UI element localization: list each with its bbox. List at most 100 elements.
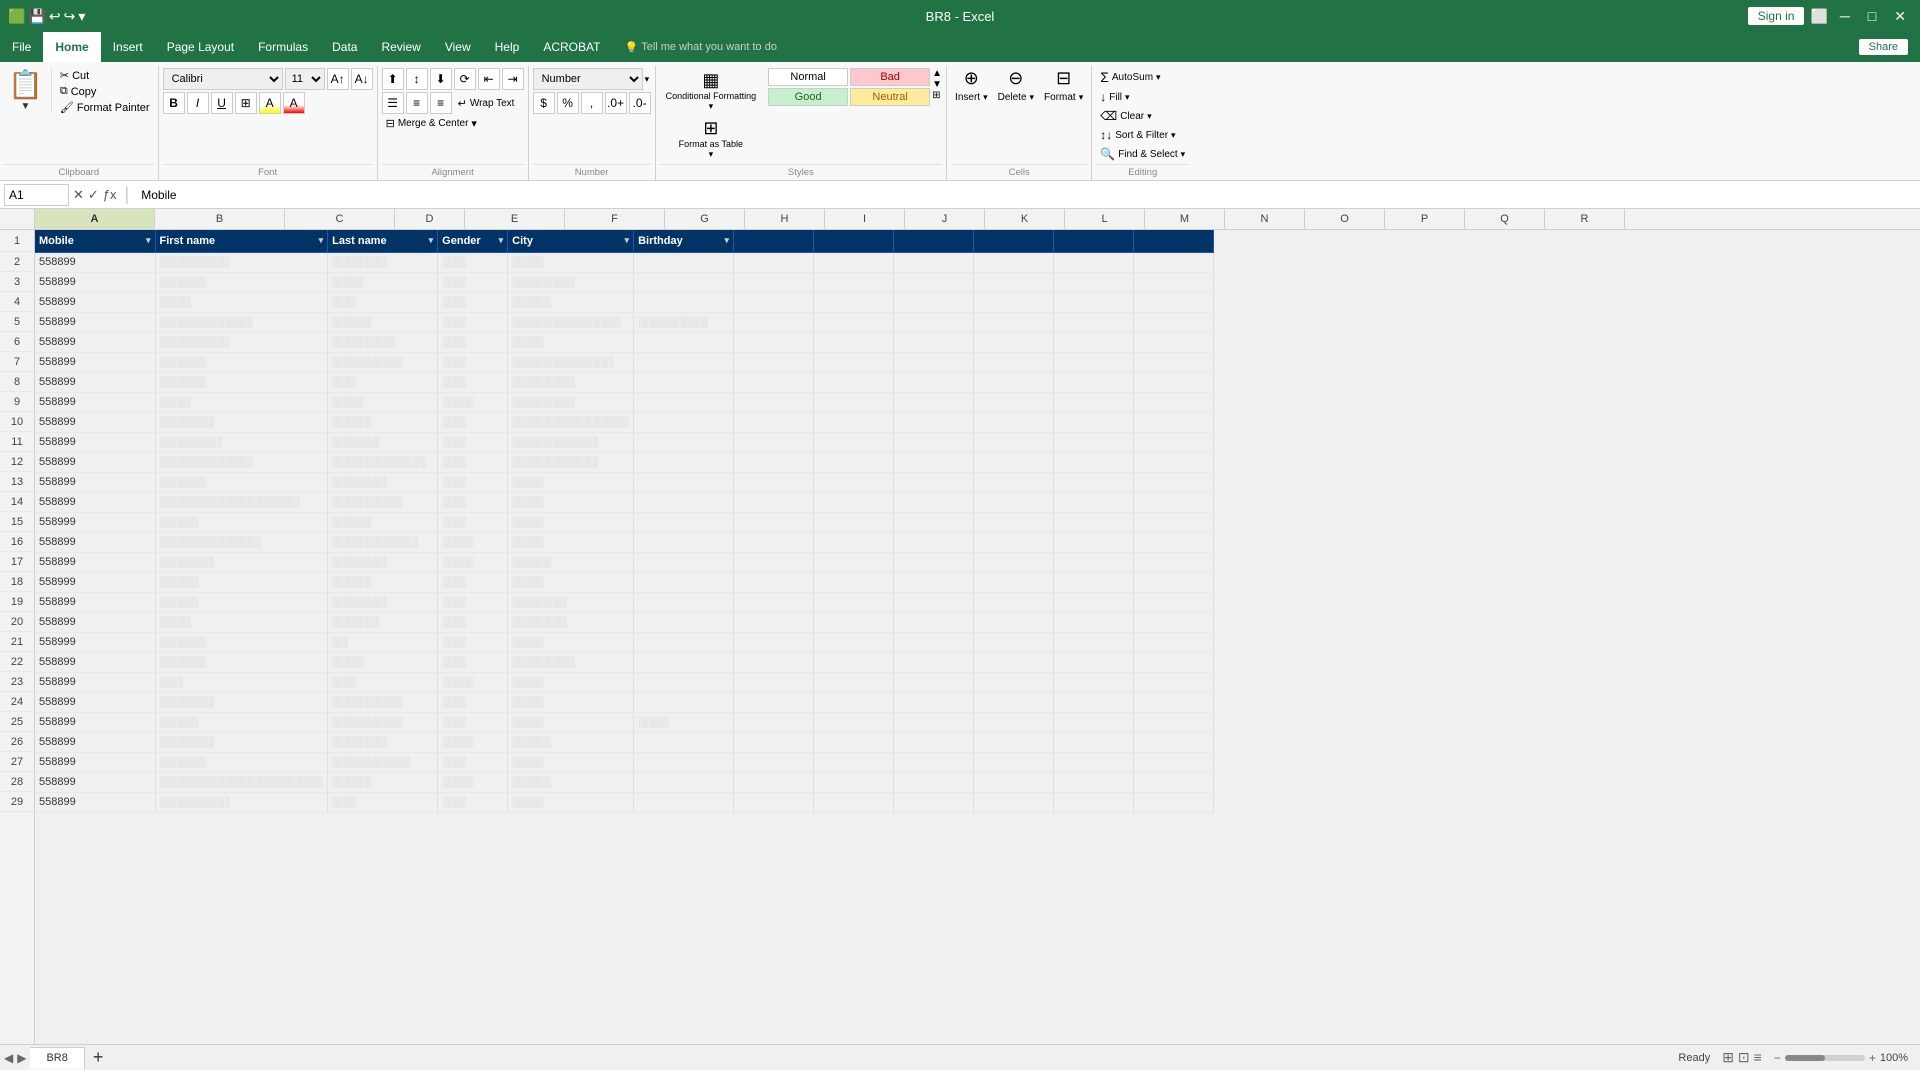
row-num-17[interactable]: 17 bbox=[0, 552, 34, 572]
row-num-27[interactable]: 27 bbox=[0, 752, 34, 772]
conditional-formatting-button[interactable]: ▦ Conditional Formatting ▾ bbox=[660, 68, 763, 114]
styles-scroll-up-icon[interactable]: ▲ bbox=[932, 68, 942, 79]
row-num-9[interactable]: 9 bbox=[0, 392, 34, 412]
cut-button[interactable]: ✂ Cut bbox=[56, 68, 154, 83]
sign-in-button[interactable]: Sign in bbox=[1748, 7, 1805, 25]
row-num-21[interactable]: 21 bbox=[0, 632, 34, 652]
neutral-style[interactable]: Neutral bbox=[850, 88, 930, 106]
insert-button[interactable]: Insert ▾ bbox=[951, 91, 992, 104]
align-bottom-button[interactable]: ⬇ bbox=[430, 68, 452, 90]
filter-dropdown-mobile[interactable]: ▾ bbox=[146, 235, 151, 246]
format-painter-button[interactable]: 🖌 Format Painter bbox=[56, 100, 154, 115]
row-num-11[interactable]: 11 bbox=[0, 432, 34, 452]
header-cell-city[interactable]: City ▾ bbox=[508, 230, 634, 252]
header-cell-g[interactable] bbox=[734, 230, 814, 252]
autosum-button[interactable]: Σ AutoSum ▾ bbox=[1096, 68, 1189, 86]
insert-dropdown-icon[interactable]: ▾ bbox=[983, 92, 988, 103]
formula-cancel-icon[interactable]: ✕ bbox=[73, 187, 84, 203]
col-header-R[interactable]: R bbox=[1545, 209, 1625, 229]
fill-button[interactable]: ↓ Fill ▾ bbox=[1096, 89, 1189, 105]
row-num-26[interactable]: 26 bbox=[0, 732, 34, 752]
copy-button[interactable]: ⧉ Copy bbox=[56, 84, 154, 99]
col-header-H[interactable]: H bbox=[745, 209, 825, 229]
minimize-button[interactable]: ─ bbox=[1834, 8, 1856, 24]
row-num-5[interactable]: 5 bbox=[0, 312, 34, 332]
col-header-M[interactable]: M bbox=[1145, 209, 1225, 229]
header-cell-birthday[interactable]: Birthday ▾ bbox=[634, 230, 734, 252]
scroll-sheets-left-icon[interactable]: ◀ bbox=[4, 1051, 13, 1065]
row-num-14[interactable]: 14 bbox=[0, 492, 34, 512]
row-num-19[interactable]: 19 bbox=[0, 592, 34, 612]
styles-scroll[interactable]: ▲ ▼ ⊞ bbox=[932, 68, 942, 101]
header-cell-h[interactable] bbox=[814, 230, 894, 252]
col-header-Q[interactable]: Q bbox=[1465, 209, 1545, 229]
row-num-13[interactable]: 13 bbox=[0, 472, 34, 492]
maximize-button[interactable]: □ bbox=[1862, 8, 1882, 24]
percent-button[interactable]: % bbox=[557, 92, 579, 114]
indent-increase-button[interactable]: ⇥ bbox=[502, 68, 524, 90]
align-left-button[interactable]: ☰ bbox=[382, 92, 404, 114]
tell-me-box[interactable]: 💡 Tell me what you want to do bbox=[612, 32, 789, 62]
row-num-12[interactable]: 12 bbox=[0, 452, 34, 472]
row-num-8[interactable]: 8 bbox=[0, 372, 34, 392]
number-dropdown-icon[interactable]: ▾ bbox=[645, 74, 650, 85]
number-format-select[interactable]: Number bbox=[533, 68, 643, 90]
sheet-tab-br8[interactable]: BR8 bbox=[30, 1047, 84, 1069]
filter-dropdown-lastname[interactable]: ▾ bbox=[429, 235, 434, 246]
menu-acrobat[interactable]: ACROBAT bbox=[531, 32, 612, 62]
row-num-6[interactable]: 6 bbox=[0, 332, 34, 352]
row-num-4[interactable]: 4 bbox=[0, 292, 34, 312]
menu-data[interactable]: Data bbox=[320, 32, 369, 62]
underline-button[interactable]: U bbox=[211, 92, 233, 114]
filter-dropdown-gender[interactable]: ▾ bbox=[499, 235, 504, 246]
header-cell-lastname[interactable]: Last name ▾ bbox=[328, 230, 438, 252]
col-header-E[interactable]: E bbox=[465, 209, 565, 229]
font-size-decrease-button[interactable]: A↓ bbox=[351, 68, 373, 90]
col-header-N[interactable]: N bbox=[1225, 209, 1305, 229]
formula-insert-function-icon[interactable]: ƒx bbox=[103, 187, 117, 203]
header-cell-k[interactable] bbox=[1054, 230, 1134, 252]
zoom-out-icon[interactable]: − bbox=[1774, 1051, 1781, 1065]
col-header-B[interactable]: B bbox=[155, 209, 285, 229]
header-cell-gender[interactable]: Gender ▾ bbox=[438, 230, 508, 252]
indent-decrease-button[interactable]: ⇤ bbox=[478, 68, 500, 90]
menu-insert[interactable]: Insert bbox=[101, 32, 155, 62]
delete-dropdown-icon[interactable]: ▾ bbox=[1030, 92, 1035, 103]
header-cell-mobile[interactable]: Mobile ▾ bbox=[35, 230, 155, 252]
good-style[interactable]: Good bbox=[768, 88, 848, 106]
styles-scroll-down-icon[interactable]: ▼ bbox=[932, 79, 942, 90]
styles-expand-icon[interactable]: ⊞ bbox=[932, 90, 942, 101]
filter-dropdown-city[interactable]: ▾ bbox=[625, 235, 630, 246]
col-header-J[interactable]: J bbox=[905, 209, 985, 229]
clear-button[interactable]: ⌫ Clear ▾ bbox=[1096, 108, 1189, 124]
col-header-F[interactable]: F bbox=[565, 209, 665, 229]
row-num-25[interactable]: 25 bbox=[0, 712, 34, 732]
format-button[interactable]: Format ▾ bbox=[1040, 91, 1087, 104]
autosum-dropdown-icon[interactable]: ▾ bbox=[1156, 72, 1161, 83]
col-header-D[interactable]: D bbox=[395, 209, 465, 229]
header-cell-i[interactable] bbox=[894, 230, 974, 252]
filter-dropdown-birthday[interactable]: ▾ bbox=[725, 235, 730, 246]
row-num-15[interactable]: 15 bbox=[0, 512, 34, 532]
wrap-text-button[interactable]: ↵ Wrap Text bbox=[454, 96, 519, 111]
header-cell-l[interactable] bbox=[1134, 230, 1214, 252]
normal-view-icon[interactable]: ⊞ bbox=[1722, 1049, 1734, 1066]
sort-filter-button[interactable]: ↕↓ Sort & Filter ▾ bbox=[1096, 127, 1189, 143]
menu-help[interactable]: Help bbox=[483, 32, 532, 62]
bold-button[interactable]: B bbox=[163, 92, 185, 114]
redo-icon[interactable]: ↪ bbox=[64, 8, 76, 25]
formula-confirm-icon[interactable]: ✓ bbox=[88, 187, 99, 203]
menu-view[interactable]: View bbox=[433, 32, 483, 62]
col-header-G[interactable]: G bbox=[665, 209, 745, 229]
formula-input[interactable] bbox=[137, 188, 1916, 202]
row-num-18[interactable]: 18 bbox=[0, 572, 34, 592]
share-button[interactable]: Share bbox=[1847, 32, 1920, 62]
zoom-slider[interactable] bbox=[1785, 1055, 1865, 1061]
col-header-K[interactable]: K bbox=[985, 209, 1065, 229]
menu-formulas[interactable]: Formulas bbox=[246, 32, 320, 62]
menu-review[interactable]: Review bbox=[369, 32, 432, 62]
font-color-button[interactable]: A bbox=[283, 92, 305, 114]
align-center-button[interactable]: ≡ bbox=[406, 92, 428, 114]
restore-icon[interactable]: ⬜ bbox=[1810, 8, 1827, 25]
border-button[interactable]: ⊞ bbox=[235, 92, 257, 114]
